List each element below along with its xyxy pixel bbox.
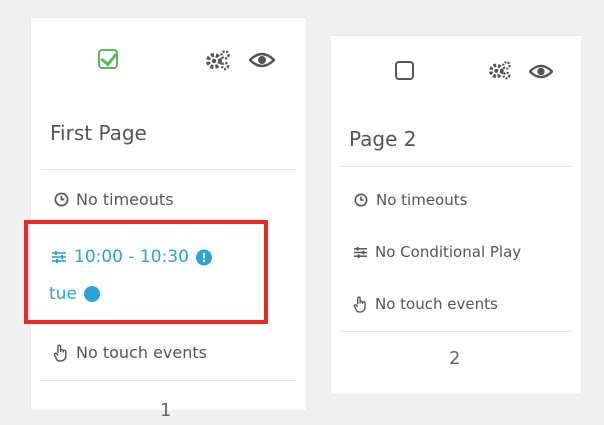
- page-title: Page 2: [349, 127, 417, 151]
- eye-icon[interactable]: [249, 50, 275, 70]
- checkbox-checked-icon: [98, 49, 118, 69]
- page-enabled-checkbox[interactable]: [395, 61, 414, 80]
- divider: [41, 169, 296, 170]
- menu-icon[interactable]: [349, 64, 368, 78]
- timeouts-row[interactable]: No timeouts: [53, 190, 174, 209]
- timeouts-label: No timeouts: [76, 190, 174, 209]
- timeouts-row[interactable]: No timeouts: [353, 191, 467, 209]
- touch-events-label: No touch events: [375, 295, 498, 313]
- checkbox-empty-icon: [395, 61, 414, 80]
- touch-events-label: No touch events: [76, 343, 207, 362]
- page-title: First Page: [50, 121, 147, 145]
- conditional-play-label: No Conditional Play: [375, 243, 522, 261]
- page-card-1[interactable]: First Page No timeouts 10:00 - 10:30 tue…: [31, 18, 306, 421]
- page-enabled-checkbox[interactable]: [98, 49, 118, 69]
- page-number: 1: [160, 400, 172, 421]
- hand-pointer-icon: [352, 296, 368, 313]
- touch-events-row[interactable]: No touch events: [53, 343, 207, 362]
- page-toolbar: [331, 53, 581, 93]
- hand-pointer-icon: [53, 344, 69, 362]
- highlight-box: [24, 220, 268, 324]
- settings-icon[interactable]: [488, 59, 512, 81]
- eye-icon[interactable]: [529, 62, 553, 80]
- menu-icon[interactable]: [50, 51, 70, 67]
- divider: [341, 331, 571, 332]
- clock-icon: [353, 192, 369, 208]
- clock-icon: [53, 192, 69, 208]
- settings-icon[interactable]: [205, 48, 231, 72]
- page-number: 2: [449, 348, 461, 369]
- touch-events-row[interactable]: No touch events: [352, 295, 498, 313]
- sliders-icon: [352, 244, 368, 260]
- page-card-2[interactable]: Page 2 No timeouts No Conditional Play N…: [331, 36, 581, 394]
- divider: [341, 166, 571, 167]
- divider: [41, 380, 296, 381]
- page-toolbar: [31, 40, 306, 80]
- timeouts-label: No timeouts: [376, 191, 468, 209]
- conditional-play-row[interactable]: No Conditional Play: [352, 243, 521, 261]
